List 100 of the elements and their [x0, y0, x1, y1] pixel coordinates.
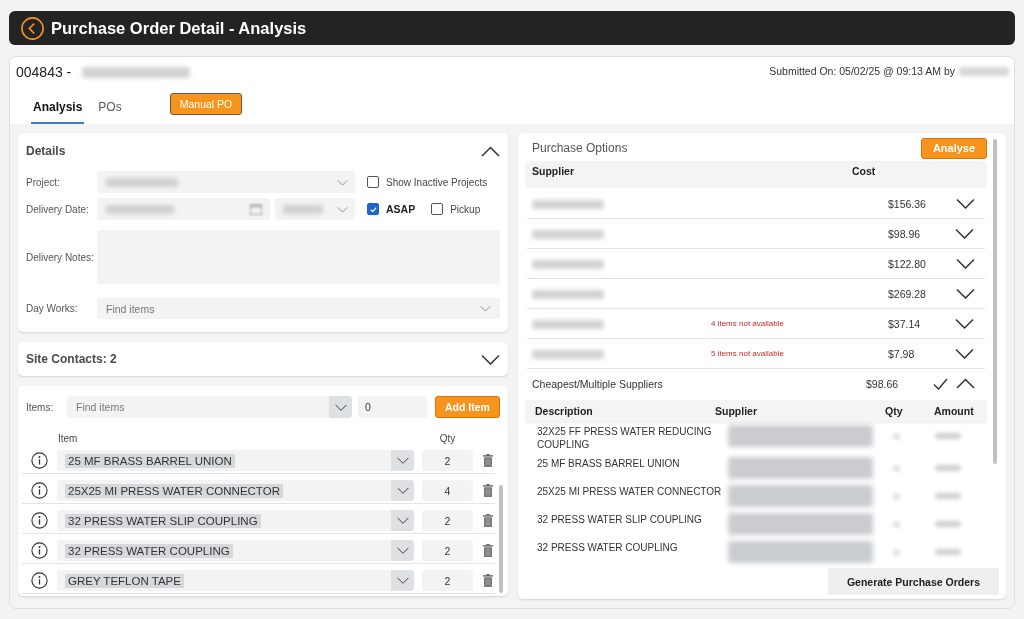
chevron-down-icon[interactable] — [955, 258, 975, 269]
quantity-field[interactable]: 2 — [422, 570, 473, 591]
submitted-info: Submitted On: 05/02/25 @ 09:13 AM by — [769, 65, 955, 77]
trash-icon[interactable] — [483, 544, 493, 557]
blurred-text — [894, 522, 899, 527]
page-title: Purchase Order Detail - Analysis — [51, 18, 307, 38]
item-description: 25 MF BRASS BARREL UNION — [536, 457, 681, 470]
item-select[interactable]: 32 PRESS WATER COUPLING — [57, 540, 414, 561]
dropdown-button[interactable] — [391, 480, 414, 501]
blurred-text — [959, 66, 1009, 76]
dropdown-button[interactable] — [391, 510, 414, 531]
quantity-field[interactable]: 0 — [358, 396, 427, 418]
blurred-text — [532, 199, 604, 209]
chevron-down-icon[interactable] — [955, 228, 974, 239]
trash-icon[interactable] — [483, 484, 493, 497]
info-icon[interactable] — [31, 482, 48, 499]
column-header: Qty — [885, 405, 904, 417]
field-label: Items: — [26, 401, 55, 413]
checkbox-label: Show Inactive Projects — [386, 176, 488, 188]
trash-icon[interactable] — [483, 514, 493, 527]
scrollbar[interactable] — [499, 485, 503, 593]
field-label: Delivery Notes: — [26, 251, 95, 263]
dropdown-button[interactable] — [329, 396, 352, 418]
blurred-text — [935, 521, 961, 527]
blurred-text — [106, 177, 178, 187]
item-select[interactable]: 25 MF BRASS BARREL UNION — [57, 450, 414, 471]
blurred-text — [935, 493, 961, 499]
availability-note: 4 items not available — [711, 319, 785, 328]
blurred-text — [532, 319, 604, 329]
cost-text: $7.98 — [888, 347, 916, 360]
column-header: Supplier — [715, 405, 758, 417]
item-select[interactable]: 25X25 MI PRESS WATER CONNECTOR — [57, 480, 414, 501]
quantity-field[interactable]: 4 — [422, 480, 473, 501]
section-title: Details — [26, 144, 66, 158]
item-search-field[interactable]: Find items — [67, 396, 352, 418]
item-description: 25X25 MI PRESS WATER CONNECTOR — [536, 485, 723, 498]
item-description: 32X25 FF PRESS WATER REDUCING COUPLING — [536, 425, 713, 451]
dropdown-button[interactable] — [391, 570, 414, 591]
quantity-field[interactable]: 2 — [422, 540, 473, 561]
checkbox-label: ASAP — [386, 203, 416, 215]
availability-note: 5 items not available — [711, 349, 785, 358]
column-header: Item — [58, 432, 79, 444]
item-description: 32 PRESS WATER SLIP COUPLING — [536, 513, 703, 526]
checkbox-label: Pickup — [450, 203, 481, 215]
field-label: Project: — [26, 176, 61, 188]
blurred-text — [894, 434, 899, 439]
blurred-text — [894, 466, 899, 471]
dropdown-button[interactable] — [391, 540, 414, 561]
chevron-down-icon[interactable] — [481, 353, 500, 365]
trash-icon[interactable] — [483, 454, 493, 467]
cost-text: $156.36 — [888, 197, 926, 210]
section-title: Site Contacts: 2 — [26, 352, 117, 366]
info-icon[interactable] — [31, 512, 48, 529]
day-works-select[interactable]: Find items — [97, 298, 500, 319]
blurred-text — [532, 229, 604, 239]
column-header: Supplier — [531, 165, 575, 177]
section-title: Purchase Options — [531, 141, 628, 155]
checkbox[interactable] — [367, 176, 379, 188]
tab[interactable]: POs — [96, 100, 124, 124]
checkbox[interactable] — [367, 203, 379, 215]
quantity-field[interactable]: 2 — [422, 510, 473, 531]
option-label: Cheapest/Multiple Suppliers — [531, 377, 664, 390]
blurred-text — [894, 494, 899, 499]
back-icon[interactable] — [21, 16, 44, 40]
chevron-up-icon[interactable] — [956, 378, 975, 389]
blurred-text — [935, 465, 961, 471]
blurred-text — [532, 349, 604, 359]
field-label: Day Works: — [26, 303, 79, 314]
tab[interactable]: Analysis — [31, 100, 85, 124]
chevron-down-icon[interactable] — [955, 198, 975, 209]
column-header: Amount — [934, 405, 975, 417]
check-icon[interactable] — [933, 377, 948, 390]
chevron-down-icon[interactable] — [955, 318, 974, 329]
trash-icon[interactable] — [483, 574, 493, 587]
item-select[interactable]: GREY TEFLON TAPE — [57, 570, 414, 591]
blurred-text — [283, 204, 323, 214]
blurred-text — [106, 204, 174, 214]
checkbox[interactable] — [431, 203, 444, 215]
generate-orders-button[interactable]: Generate Purchase Orders — [827, 568, 999, 595]
cost-text: $37.14 — [888, 317, 922, 330]
chevron-up-icon[interactable] — [481, 145, 500, 157]
chevron-down-icon[interactable] — [955, 348, 974, 359]
field-label: Delivery Date: — [26, 203, 90, 215]
chevron-down-icon[interactable] — [955, 288, 975, 299]
blurred-text — [935, 549, 961, 555]
info-icon[interactable] — [31, 572, 48, 589]
blurred-text — [894, 550, 899, 555]
column-header: Qty — [438, 432, 457, 444]
info-icon[interactable] — [31, 452, 48, 469]
scrollbar[interactable] — [993, 139, 997, 464]
column-header: Description — [534, 405, 594, 417]
item-description: 32 PRESS WATER COUPLING — [536, 541, 679, 554]
dropdown-button[interactable] — [391, 450, 414, 471]
quantity-field[interactable]: 2 — [422, 450, 473, 471]
item-select[interactable]: 32 PRESS WATER SLIP COUPLING — [57, 510, 414, 531]
date-field[interactable] — [97, 198, 270, 220]
info-icon[interactable] — [31, 542, 48, 559]
blurred-text — [935, 433, 961, 439]
cost-text: $98.96 — [888, 227, 922, 240]
blurred-text — [532, 259, 604, 269]
